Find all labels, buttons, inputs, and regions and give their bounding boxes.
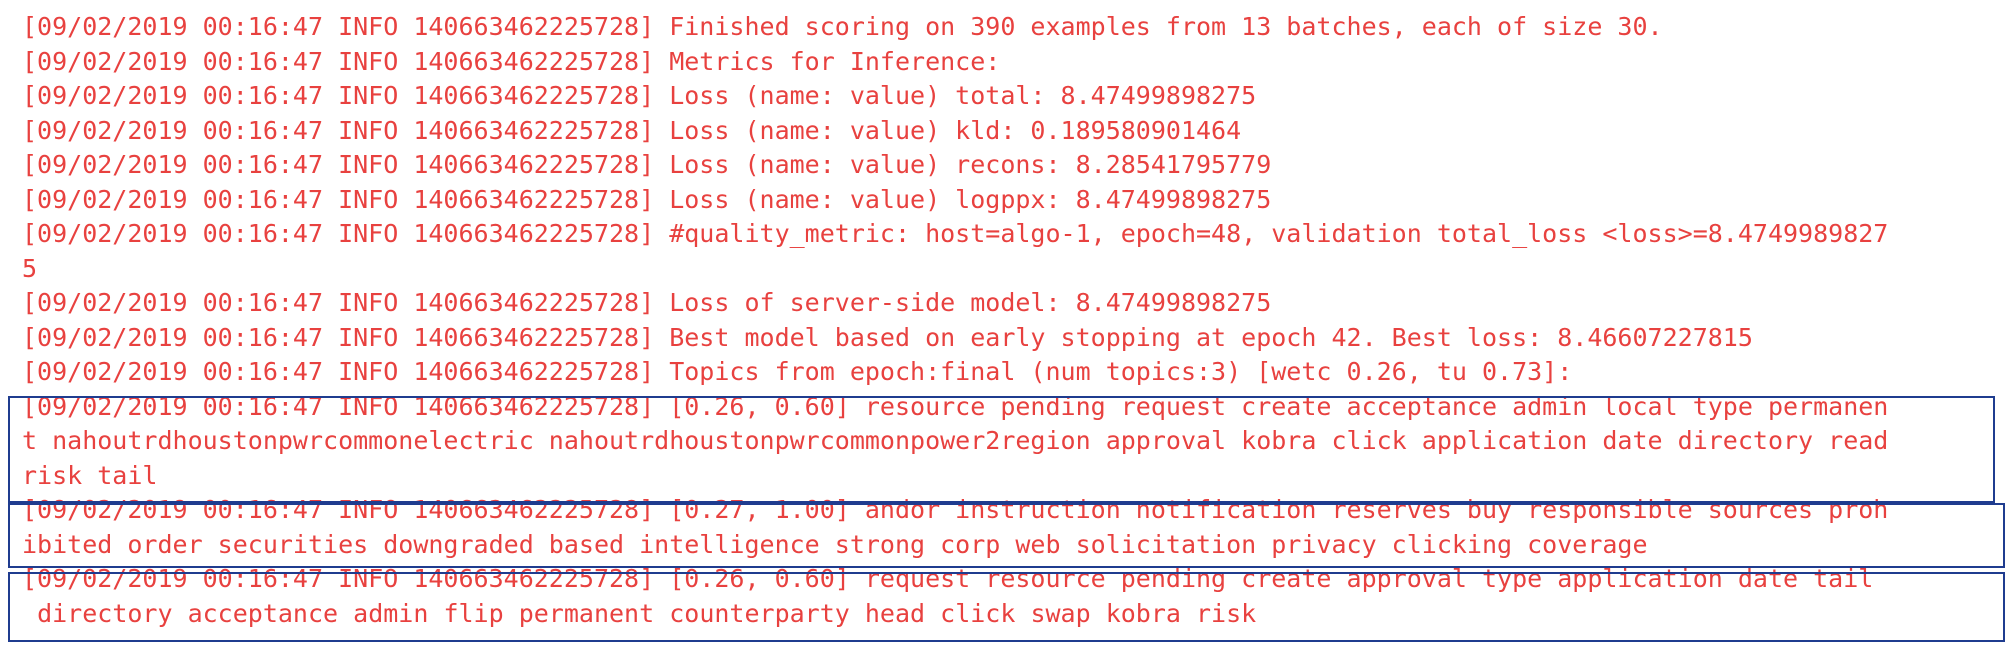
log-line: [09/02/2019 00:16:47 INFO 14066346222572… — [22, 219, 1889, 283]
topic-line: [09/02/2019 00:16:47 INFO 14066346222572… — [22, 564, 1874, 628]
log-line: [09/02/2019 00:16:47 INFO 14066346222572… — [22, 322, 1753, 352]
log-line: [09/02/2019 00:16:47 INFO 14066346222572… — [22, 46, 1001, 76]
log-line: [09/02/2019 00:16:47 INFO 14066346222572… — [22, 12, 1663, 41]
topic-line: [09/02/2019 00:16:47 INFO 14066346222572… — [22, 391, 1889, 490]
log-line: [09/02/2019 00:16:47 INFO 14066346222572… — [22, 150, 1272, 179]
log-line: [09/02/2019 00:16:47 INFO 14066346222572… — [22, 115, 1242, 145]
log-line: [09/02/2019 00:16:47 INFO 14066346222572… — [22, 184, 1272, 214]
log-line: [09/02/2019 00:16:47 INFO 14066346222572… — [22, 357, 1573, 386]
terminal-log: [09/02/2019 00:16:47 INFO 14066346222572… — [22, 10, 2007, 631]
log-line: [09/02/2019 00:16:47 INFO 14066346222572… — [22, 288, 1272, 317]
log-line: [09/02/2019 00:16:47 INFO 14066346222572… — [22, 81, 1257, 110]
topic-line: [09/02/2019 00:16:47 INFO 14066346222572… — [22, 495, 1889, 559]
